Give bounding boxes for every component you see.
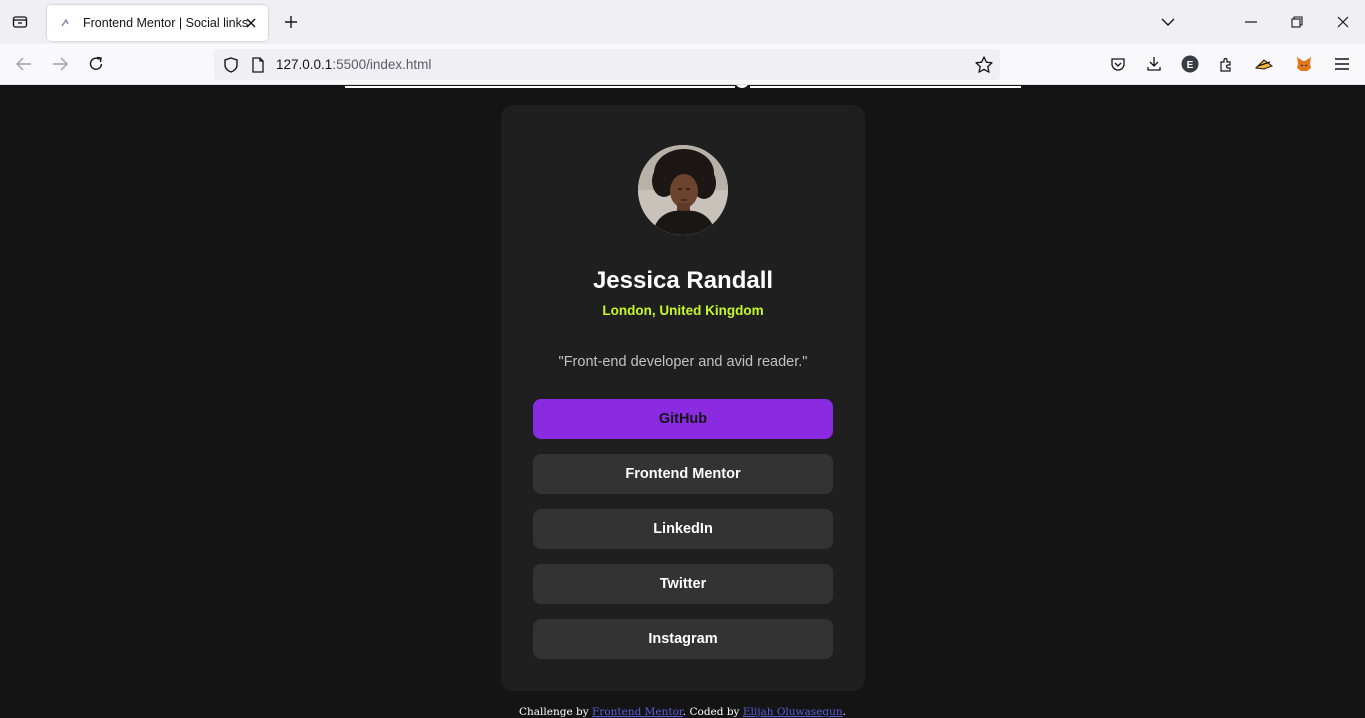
frontend-mentor-link[interactable]: Frontend Mentor bbox=[592, 706, 683, 718]
footer-middle: . Coded by bbox=[682, 706, 743, 718]
page-viewport: Jessica Randall London, United Kingdom "… bbox=[0, 85, 1365, 718]
social-links: GitHub Frontend Mentor LinkedIn Twitter … bbox=[533, 399, 833, 674]
profile-bio: "Front-end developer and avid reader." bbox=[558, 354, 808, 370]
shield-icon[interactable] bbox=[222, 56, 240, 74]
close-tab-icon[interactable] bbox=[242, 14, 260, 32]
top-divider-dot bbox=[735, 85, 749, 88]
bookmark-star-icon[interactable] bbox=[974, 55, 994, 75]
url-text[interactable]: 127.0.0.1:5500/index.html bbox=[276, 57, 431, 72]
forward-icon[interactable] bbox=[48, 52, 72, 76]
minimize-icon[interactable] bbox=[1239, 10, 1263, 34]
browser-tab[interactable]: Frontend Mentor | Social links profile bbox=[47, 5, 268, 41]
metamask-fox-icon[interactable] bbox=[1293, 53, 1315, 75]
close-window-icon[interactable] bbox=[1331, 10, 1355, 34]
browser-nav-bar: 127.0.0.1:5500/index.html E bbox=[0, 44, 1365, 85]
new-tab-icon[interactable] bbox=[280, 11, 302, 33]
browser-tab-bar: Frontend Mentor | Social links profile bbox=[0, 0, 1365, 44]
url-bar[interactable]: 127.0.0.1:5500/index.html bbox=[214, 49, 1000, 80]
profile-name: Jessica Randall bbox=[592, 267, 774, 294]
extensions-icon[interactable] bbox=[1215, 53, 1237, 75]
footer-suffix: . bbox=[842, 706, 846, 718]
linkedin-link-button[interactable]: LinkedIn bbox=[533, 509, 833, 549]
author-link[interactable]: Elijah Oluwasegun bbox=[743, 706, 843, 718]
footer-prefix: Challenge by bbox=[519, 706, 593, 718]
top-divider-left bbox=[345, 86, 735, 88]
menu-icon[interactable] bbox=[1331, 53, 1353, 75]
avatar bbox=[638, 145, 728, 235]
frontend-mentor-link-button[interactable]: Frontend Mentor bbox=[533, 454, 833, 494]
pocket-icon[interactable] bbox=[1107, 53, 1129, 75]
top-divider-right bbox=[750, 86, 1021, 88]
github-link-button[interactable]: GitHub bbox=[533, 399, 833, 439]
attribution-footer: Challenge by Frontend Mentor. Coded by E… bbox=[0, 706, 1365, 718]
url-host: 127.0.0.1 bbox=[276, 57, 333, 72]
profile-location: London, United Kingdom bbox=[602, 303, 764, 318]
instagram-link-button[interactable]: Instagram bbox=[533, 619, 833, 659]
downloads-icon[interactable] bbox=[1143, 53, 1165, 75]
extension-e-icon[interactable]: E bbox=[1179, 53, 1201, 75]
profile-card: Jessica Randall London, United Kingdom "… bbox=[501, 105, 865, 691]
list-tabs-icon[interactable] bbox=[1156, 10, 1180, 34]
tab-title: Frontend Mentor | Social links profile bbox=[83, 16, 251, 30]
restore-icon[interactable] bbox=[1285, 10, 1309, 34]
tab-list-icon[interactable] bbox=[8, 10, 32, 34]
twitter-link-button[interactable]: Twitter bbox=[533, 564, 833, 604]
url-path: :5500/index.html bbox=[332, 57, 432, 72]
reload-icon[interactable] bbox=[84, 52, 108, 76]
favicon-icon bbox=[59, 16, 73, 30]
svg-text:E: E bbox=[1187, 60, 1194, 71]
page-icon bbox=[252, 57, 264, 73]
extension-ghost-icon[interactable] bbox=[1253, 53, 1275, 75]
back-icon[interactable] bbox=[12, 52, 36, 76]
